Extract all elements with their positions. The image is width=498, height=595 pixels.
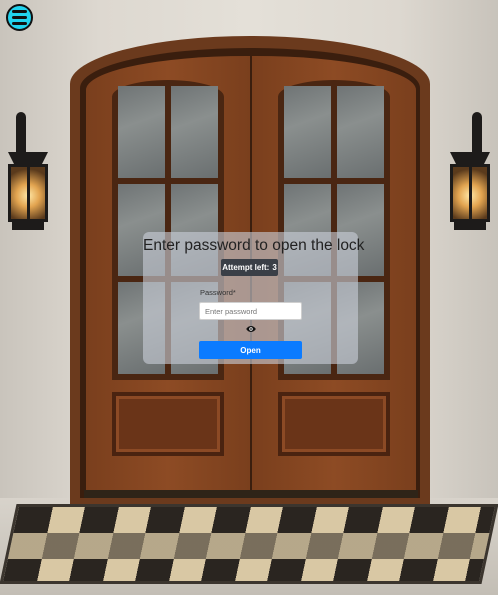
- dialog-title: Enter password to open the lock: [143, 237, 365, 254]
- right-wall-lantern: [444, 112, 496, 230]
- open-button[interactable]: Open: [199, 341, 302, 359]
- menu-button[interactable]: [6, 4, 33, 31]
- door-threshold: [84, 490, 418, 498]
- hamburger-menu-icon: [12, 10, 27, 13]
- left-wall-lantern: [2, 112, 54, 230]
- password-input[interactable]: [199, 302, 302, 320]
- password-label: Password*: [200, 288, 236, 297]
- attempts-left-badge: Attempt left: 3: [221, 259, 278, 276]
- attempts-label: Attempt left:: [222, 263, 270, 272]
- attempts-count: 3: [272, 263, 277, 272]
- door-mat: [0, 504, 498, 584]
- eye-icon[interactable]: [246, 325, 256, 333]
